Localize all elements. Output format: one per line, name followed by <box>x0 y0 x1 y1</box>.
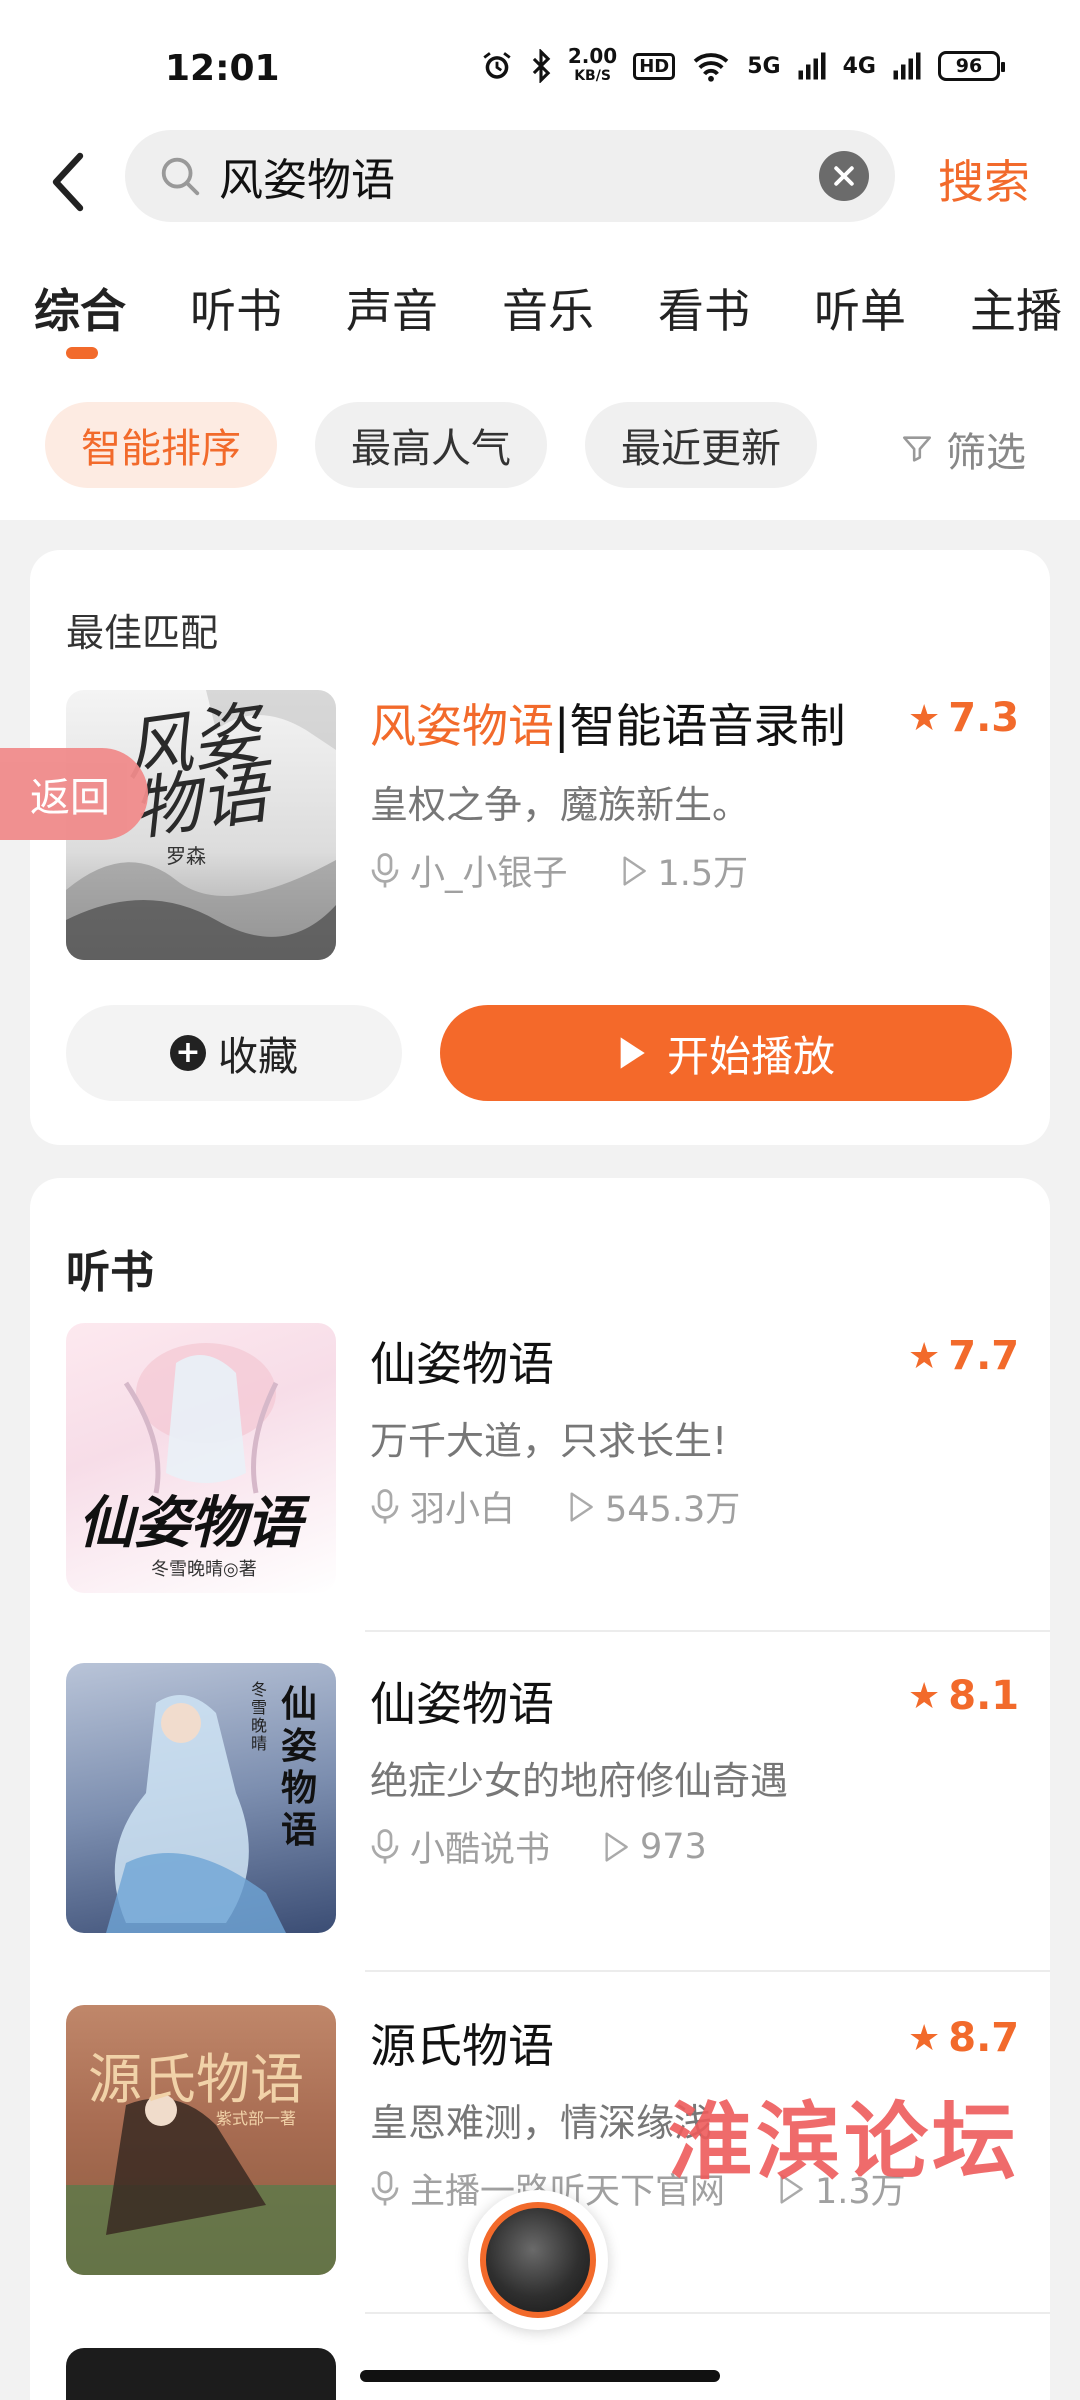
rating: ★ 7.3 <box>908 695 1020 741</box>
book-cover[interactable]: 仙姿物语 冬雪晚晴 <box>66 1663 336 1933</box>
cover-title-art: 风姿物语 <box>118 694 274 851</box>
filter-label: 筛选 <box>946 430 1026 476</box>
best-match-card: 最佳匹配 风姿物语 罗森 风姿物语|智能语音录制 ★ 7.3 皇权之争，魔族新生。… <box>30 550 1050 1145</box>
star-icon: ★ <box>908 2017 941 2059</box>
collect-button[interactable]: + 收藏 <box>66 1005 402 1101</box>
book-title[interactable]: 源氏物语 <box>370 2010 554 2076</box>
rating: ★ 7.7 <box>908 1333 1020 1379</box>
sort-recent-chip[interactable]: 最近更新 <box>585 402 817 488</box>
play-count-icon <box>605 1831 628 1862</box>
status-time: 12:01 <box>165 48 280 89</box>
divider <box>365 1630 1050 1632</box>
search-input[interactable]: 风姿物语 <box>125 130 895 222</box>
search-icon <box>161 157 200 196</box>
bluetooth-icon <box>532 49 551 83</box>
filter-button[interactable]: 筛选 <box>900 420 1026 478</box>
alarm-icon <box>483 52 511 79</box>
sort-smart-chip[interactable]: 智能排序 <box>45 402 277 488</box>
book-cover[interactable]: 仙姿物语 冬雪晚晴◎著 <box>66 1323 336 1593</box>
rating: ★ 8.1 <box>908 1673 1020 1719</box>
search-button[interactable]: 搜索 <box>938 146 1030 212</box>
star-icon: ★ <box>908 697 941 739</box>
best-match-title: 最佳匹配 <box>66 611 219 655</box>
forum-watermark: 淮滨论坛 <box>668 2092 1021 2191</box>
book-description: 绝症少女的地府修仙奇遇 <box>370 1759 789 1803</box>
microphone-icon <box>371 1828 399 1863</box>
play-count-icon <box>622 855 646 886</box>
divider <box>365 2312 1050 2314</box>
cover-title-art: 源氏物语 <box>88 2048 304 2111</box>
tab-reading[interactable]: 看书 <box>658 275 750 341</box>
cover-title-art: 仙姿物语 <box>78 1490 302 1556</box>
book-title[interactable]: 仙姿物语 <box>370 1328 554 1394</box>
cover-author: 冬雪晚晴◎著 <box>151 1559 257 1580</box>
star-icon: ★ <box>908 1335 941 1377</box>
search-query[interactable]: 风姿物语 <box>219 144 819 208</box>
tab-anchor[interactable]: 主播 <box>970 275 1062 341</box>
rating: ★ 8.7 <box>908 2015 1020 2061</box>
book-description: 皇权之争，魔族新生。 <box>370 783 751 827</box>
hd-badge: HD <box>633 52 676 80</box>
home-indicator[interactable] <box>360 2370 720 2382</box>
net-4g: 4G <box>842 53 876 79</box>
cover-author: 紫式部一著 <box>216 2109 297 2128</box>
net-5g: 5G <box>747 53 781 79</box>
book-cover[interactable]: 源氏物语 紫式部一著 <box>66 2005 336 2275</box>
tab-music[interactable]: 音乐 <box>502 275 594 341</box>
floating-back-button[interactable]: 返回 <box>0 748 148 840</box>
tab-audiobook[interactable]: 听书 <box>190 275 282 341</box>
battery-icon: 96 <box>938 51 1005 81</box>
book-description: 万千大道，只求长生! <box>370 1419 728 1463</box>
now-playing-disc <box>480 2202 596 2318</box>
signal-icon <box>893 52 921 80</box>
tab-sound[interactable]: 声音 <box>346 275 438 341</box>
microphone-icon <box>371 1488 399 1523</box>
play-count-icon <box>570 1491 593 1522</box>
book-meta: 小_小银子 1.5万 <box>370 845 800 896</box>
sort-chips: 智能排序 最高人气 最近更新 <box>45 402 855 488</box>
back-button[interactable] <box>38 142 98 222</box>
star-icon: ★ <box>908 1675 941 1717</box>
start-play-button[interactable]: 开始播放 <box>440 1005 1012 1101</box>
book-meta: 小酷说书 973 <box>370 1821 759 1872</box>
cover-author: 罗森 <box>166 844 206 868</box>
mini-player-button[interactable] <box>468 2190 608 2330</box>
clear-icon[interactable] <box>819 151 869 201</box>
book-description: 皇恩难测，情深缘浅 <box>370 2101 713 2145</box>
section-title: 听书 <box>66 1247 154 1298</box>
play-icon <box>620 1037 645 1069</box>
net-speed: 2.00 KB/S <box>567 44 618 84</box>
search-header: 风姿物语 搜索 综合 听书 声音 音乐 看书 听单 主播 智能排序 最高人气 最… <box>0 130 1080 520</box>
microphone-icon <box>371 852 399 887</box>
tab-playlist[interactable]: 听单 <box>814 275 906 341</box>
book-cover[interactable] <box>66 2348 336 2400</box>
category-tabs: 综合 听书 声音 音乐 看书 听单 主播 <box>34 275 1074 359</box>
plus-icon: + <box>170 1035 206 1071</box>
divider <box>365 1970 1050 1972</box>
book-meta: 羽小白 545.3万 <box>370 1481 792 1532</box>
book-title[interactable]: 风姿物语|智能语音录制 <box>370 690 846 756</box>
filter-icon <box>902 436 932 462</box>
wifi-icon <box>693 53 729 82</box>
tab-all[interactable]: 综合 <box>34 275 126 359</box>
signal-icon <box>798 52 826 80</box>
status-icons: 2.00 KB/S HD 5G 4G 96 <box>480 44 1005 86</box>
chevron-left-icon <box>52 152 84 212</box>
status-bar: 12:01 2.00 KB/S HD 5G 4G 96 <box>0 0 1080 130</box>
sort-popular-chip[interactable]: 最高人气 <box>315 402 547 488</box>
cover-author: 冬雪晚晴 <box>251 1680 268 1753</box>
microphone-icon <box>371 2170 399 2205</box>
cover-title-art: 仙姿物语 <box>281 1683 318 1851</box>
book-title[interactable]: 仙姿物语 <box>370 1668 554 1734</box>
